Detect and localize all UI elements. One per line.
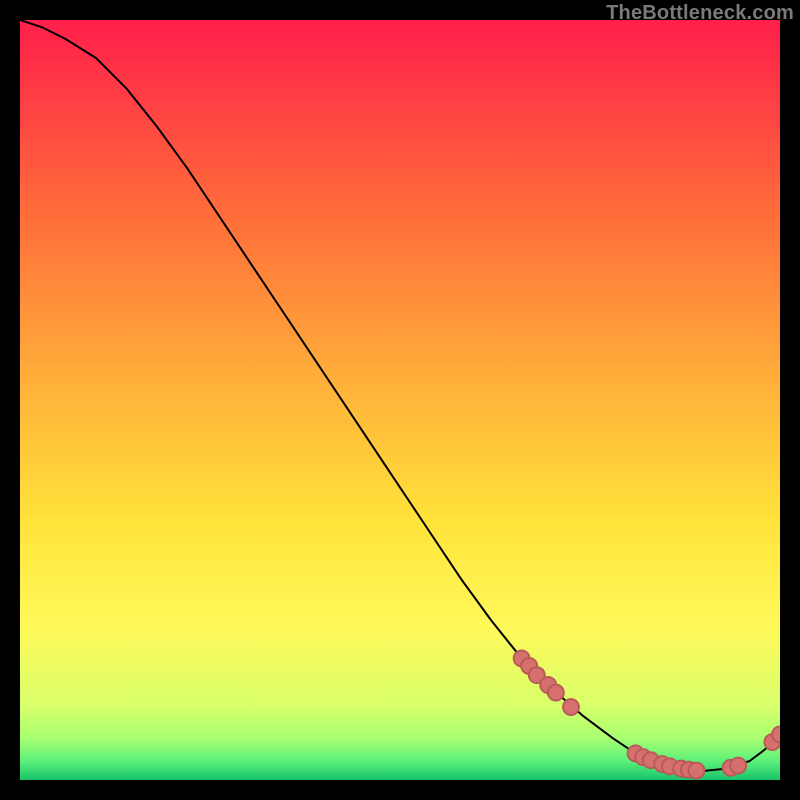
plot-area: [20, 20, 780, 780]
background-gradient: [20, 20, 780, 780]
chart-frame: TheBottleneck.com: [0, 0, 800, 800]
